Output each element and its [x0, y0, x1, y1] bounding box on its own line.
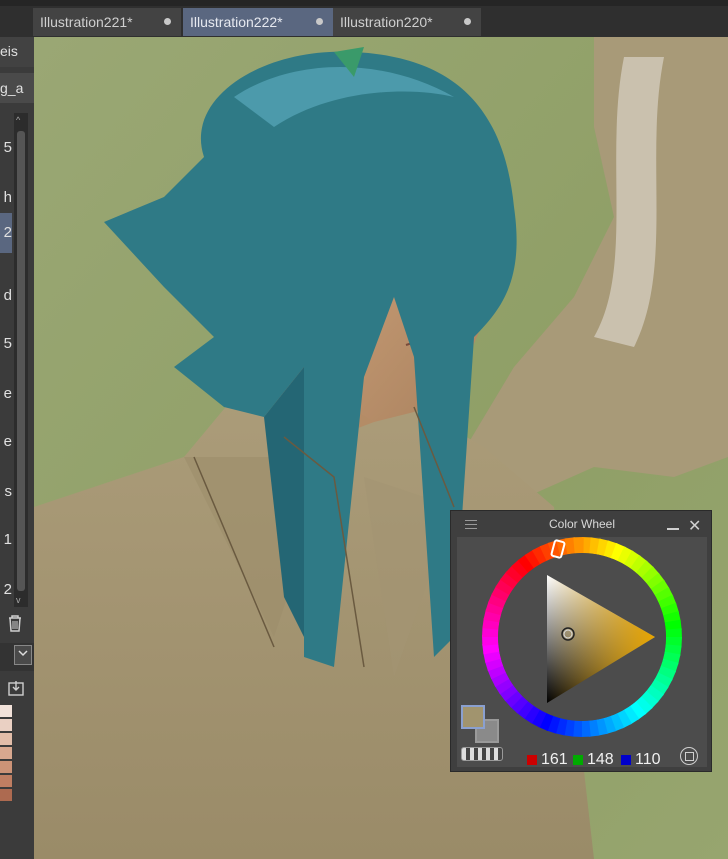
property-value: 5 — [3, 139, 12, 156]
property-value: h — [3, 189, 12, 206]
scroll-up-icon[interactable]: ^ — [16, 115, 20, 125]
property-value: 1 — [3, 531, 12, 548]
rgb-blue-value: 110 — [635, 751, 661, 768]
tab-illustration220[interactable]: Illustration220* — [333, 8, 481, 36]
rgb-red-readout: 161 — [527, 751, 568, 769]
tab-close-dot-icon[interactable] — [316, 18, 323, 25]
main-color-swatch[interactable] — [461, 705, 485, 729]
transparent-color-toggle[interactable] — [461, 747, 503, 761]
color-swatch[interactable] — [0, 733, 12, 745]
property-value: s — [4, 483, 13, 500]
import-icon[interactable] — [6, 679, 26, 697]
dropdown-chevron-icon[interactable] — [14, 645, 32, 665]
property-value-selected[interactable]: 2 — [0, 213, 12, 253]
color-swatch[interactable] — [0, 761, 12, 773]
rgb-green-readout: 148 — [573, 751, 614, 769]
tab-close-dot-icon[interactable] — [464, 18, 471, 25]
tab-label: Illustration220* — [340, 14, 433, 30]
color-wheel-palette[interactable]: Color Wheel ✕ 161 148 110 — [450, 510, 712, 772]
property-value: e — [3, 433, 12, 450]
rgb-blue-readout: 110 — [621, 751, 661, 769]
rgb-red-value: 161 — [541, 751, 568, 768]
color-mode-toggle-icon[interactable] — [680, 747, 698, 765]
color-swatch[interactable] — [0, 789, 12, 801]
property-value: 5 — [3, 335, 12, 352]
property-value: 2 — [3, 581, 12, 598]
top-strip — [0, 0, 728, 6]
layer-name-clipped: eis — [0, 43, 18, 59]
tab-label: Illustration221* — [40, 14, 133, 30]
close-icon[interactable]: ✕ — [688, 516, 701, 536]
trash-icon[interactable] — [6, 613, 24, 633]
red-square-icon — [527, 755, 537, 765]
rgb-green-value: 148 — [587, 751, 614, 768]
document-tab-bar: Illustration221* Illustration222* Illust… — [0, 0, 728, 37]
palette-body: 161 148 110 — [457, 537, 707, 769]
color-swatch[interactable] — [0, 747, 12, 759]
tab-close-dot-icon[interactable] — [164, 18, 171, 25]
tab-label: Illustration222* — [190, 14, 283, 30]
palette-title: Color Wheel — [548, 517, 616, 531]
scrollbar-thumb[interactable] — [17, 131, 25, 591]
color-swatch[interactable] — [0, 705, 12, 717]
tab-illustration221[interactable]: Illustration221* — [33, 8, 181, 36]
layer-name-clipped: g_a — [0, 80, 24, 96]
color-swatch[interactable] — [0, 719, 12, 731]
property-value: d — [3, 287, 12, 304]
property-value: e — [3, 385, 12, 402]
panel-scrollbar[interactable]: ^ v — [14, 113, 28, 607]
green-square-icon — [573, 755, 583, 765]
minimize-icon[interactable] — [667, 528, 679, 530]
tab-illustration222[interactable]: Illustration222* — [183, 8, 333, 36]
left-side-panel: eis g_a 5 h 2 d 5 e e s 1 2 ^ v — [0, 37, 34, 859]
scroll-down-icon[interactable]: v — [16, 595, 21, 605]
color-swatch[interactable] — [0, 775, 12, 787]
blue-square-icon — [621, 755, 631, 765]
